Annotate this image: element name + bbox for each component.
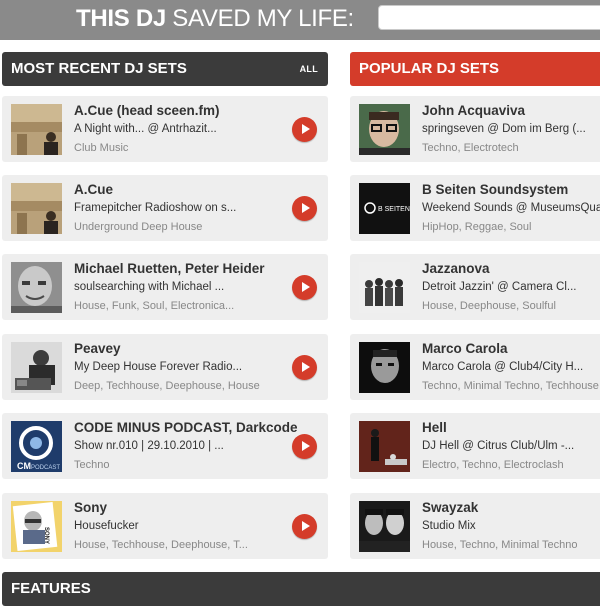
set-genres: Electro, Techno, Electroclash xyxy=(422,459,564,471)
dj-thumbnail xyxy=(11,183,62,234)
set-genres: Club Music xyxy=(74,142,129,154)
set-dj-name[interactable]: B Seiten Soundsystem xyxy=(422,182,568,197)
dj-thumbnail xyxy=(359,104,410,155)
sony-badge-text: SONY xyxy=(43,527,49,544)
set-dj-name[interactable]: Peavey xyxy=(74,341,121,356)
set-genres: House, Techhouse, Deephouse, T... xyxy=(74,539,248,551)
play-icon[interactable] xyxy=(292,117,317,142)
set-genres: House, Deephouse, Soulful xyxy=(422,300,556,312)
set-dj-name[interactable]: Hell xyxy=(422,420,447,435)
set-genres: House, Techno, Minimal Techno xyxy=(422,539,578,551)
recent-set-card[interactable]: Michael Ruetten, Peter Heider soulsearch… xyxy=(2,254,328,320)
set-dj-name[interactable]: A.Cue (head sceen.fm) xyxy=(74,103,220,118)
popular-set-card[interactable]: Jazzanova Detroit Jazzin' @ Camera Cl...… xyxy=(350,254,600,320)
set-title[interactable]: DJ Hell @ Citrus Club/Ulm -... xyxy=(422,440,574,452)
play-icon[interactable] xyxy=(292,275,317,300)
top-bar: THIS DJ SAVED MY LIFE: xyxy=(0,0,600,40)
features-title: FEATURES xyxy=(11,580,91,597)
set-title[interactable]: Weekend Sounds @ MuseumsQuartier xyxy=(422,202,600,214)
recent-set-card[interactable]: SONY Sony Housefucker House, Techhouse, … xyxy=(2,493,328,559)
set-title[interactable]: soulsearching with Michael ... xyxy=(74,281,224,293)
dj-thumbnail: B SEITEN xyxy=(359,183,410,234)
set-dj-name[interactable]: Marco Carola xyxy=(422,341,508,356)
popular-title: POPULAR DJ SETS xyxy=(359,60,500,77)
set-title[interactable]: Marco Carola @ Club4/City H... xyxy=(422,361,583,373)
set-dj-name[interactable]: Sony xyxy=(74,500,107,515)
dj-thumbnail xyxy=(11,342,62,393)
set-dj-name[interactable]: Michael Ruetten, Peter Heider xyxy=(74,261,265,276)
dj-thumbnail xyxy=(359,342,410,393)
features-header: FEATURES xyxy=(2,572,600,606)
cm-podcast-text: PODCAST xyxy=(31,465,60,471)
most-recent-title: MOST RECENT DJ SETS xyxy=(11,60,187,77)
set-genres: Techno, Minimal Techno, Techhouse xyxy=(422,380,599,392)
set-dj-name[interactable]: CODE MINUS PODCAST, Darkcode xyxy=(74,420,298,435)
dj-thumbnail: CM PODCAST xyxy=(11,421,62,472)
set-dj-name[interactable]: John Acquaviva xyxy=(422,103,525,118)
recent-set-card[interactable]: A.Cue Framepitcher Radioshow on s... Und… xyxy=(2,175,328,241)
play-icon[interactable] xyxy=(292,434,317,459)
dj-thumbnail: SONY xyxy=(11,501,62,552)
dj-thumbnail xyxy=(359,262,410,313)
popular-set-card[interactable]: Marco Carola Marco Carola @ Club4/City H… xyxy=(350,334,600,400)
page-title: THIS DJ SAVED MY LIFE: xyxy=(76,4,354,34)
recent-set-card[interactable]: Peavey My Deep House Forever Radio... De… xyxy=(2,334,328,400)
play-icon[interactable] xyxy=(292,355,317,380)
dj-search-input[interactable] xyxy=(378,5,600,30)
set-title[interactable]: Studio Mix xyxy=(422,520,476,532)
set-dj-name[interactable]: A.Cue xyxy=(74,182,113,197)
popular-header: POPULAR DJ SETS xyxy=(350,52,600,86)
set-title[interactable]: My Deep House Forever Radio... xyxy=(74,361,242,373)
set-title[interactable]: Housefucker xyxy=(74,520,139,532)
set-genres: Techno, Electrotech xyxy=(422,142,519,154)
popular-set-card[interactable]: B SEITEN B Seiten Soundsystem Weekend So… xyxy=(350,175,600,241)
b-seiten-logo-text: B SEITEN xyxy=(378,206,410,213)
popular-set-card[interactable]: Swayzak Studio Mix House, Techno, Minima… xyxy=(350,493,600,559)
set-title[interactable]: A Night with... @ Antrhazit... xyxy=(74,123,217,135)
popular-set-card[interactable]: John Acquaviva springseven @ Dom im Berg… xyxy=(350,96,600,162)
page-title-bold: THIS DJ xyxy=(76,5,166,32)
all-link[interactable]: ALL xyxy=(300,52,318,86)
set-title[interactable]: Show nr.010 | 29.10.2010 | ... xyxy=(74,440,224,452)
recent-set-card[interactable]: CM PODCAST CODE MINUS PODCAST, Darkcode … xyxy=(2,413,328,479)
dj-thumbnail xyxy=(11,104,62,155)
dj-thumbnail xyxy=(359,501,410,552)
set-genres: Underground Deep House xyxy=(74,221,203,233)
set-genres: HipHop, Reggae, Soul xyxy=(422,221,532,233)
set-dj-name[interactable]: Swayzak xyxy=(422,500,478,515)
dj-thumbnail xyxy=(359,421,410,472)
cm-logo-text: CM xyxy=(17,461,31,471)
dj-thumbnail xyxy=(11,262,62,313)
set-dj-name[interactable]: Jazzanova xyxy=(422,261,490,276)
set-genres: House, Funk, Soul, Electronica... xyxy=(74,300,235,312)
set-title[interactable]: Detroit Jazzin' @ Camera Cl... xyxy=(422,281,576,293)
play-icon[interactable] xyxy=(292,514,317,539)
set-title[interactable]: springseven @ Dom im Berg (... xyxy=(422,123,586,135)
recent-set-card[interactable]: A.Cue (head sceen.fm) A Night with... @ … xyxy=(2,96,328,162)
set-genres: Deep, Techhouse, Deephouse, House xyxy=(74,380,260,392)
page-title-rest: SAVED MY LIFE: xyxy=(165,5,354,32)
play-icon[interactable] xyxy=(292,196,317,221)
set-genres: Techno xyxy=(74,459,110,471)
most-recent-header: MOST RECENT DJ SETS ALL xyxy=(2,52,328,86)
popular-set-card[interactable]: Hell DJ Hell @ Citrus Club/Ulm -... Elec… xyxy=(350,413,600,479)
set-title[interactable]: Framepitcher Radioshow on s... xyxy=(74,202,236,214)
